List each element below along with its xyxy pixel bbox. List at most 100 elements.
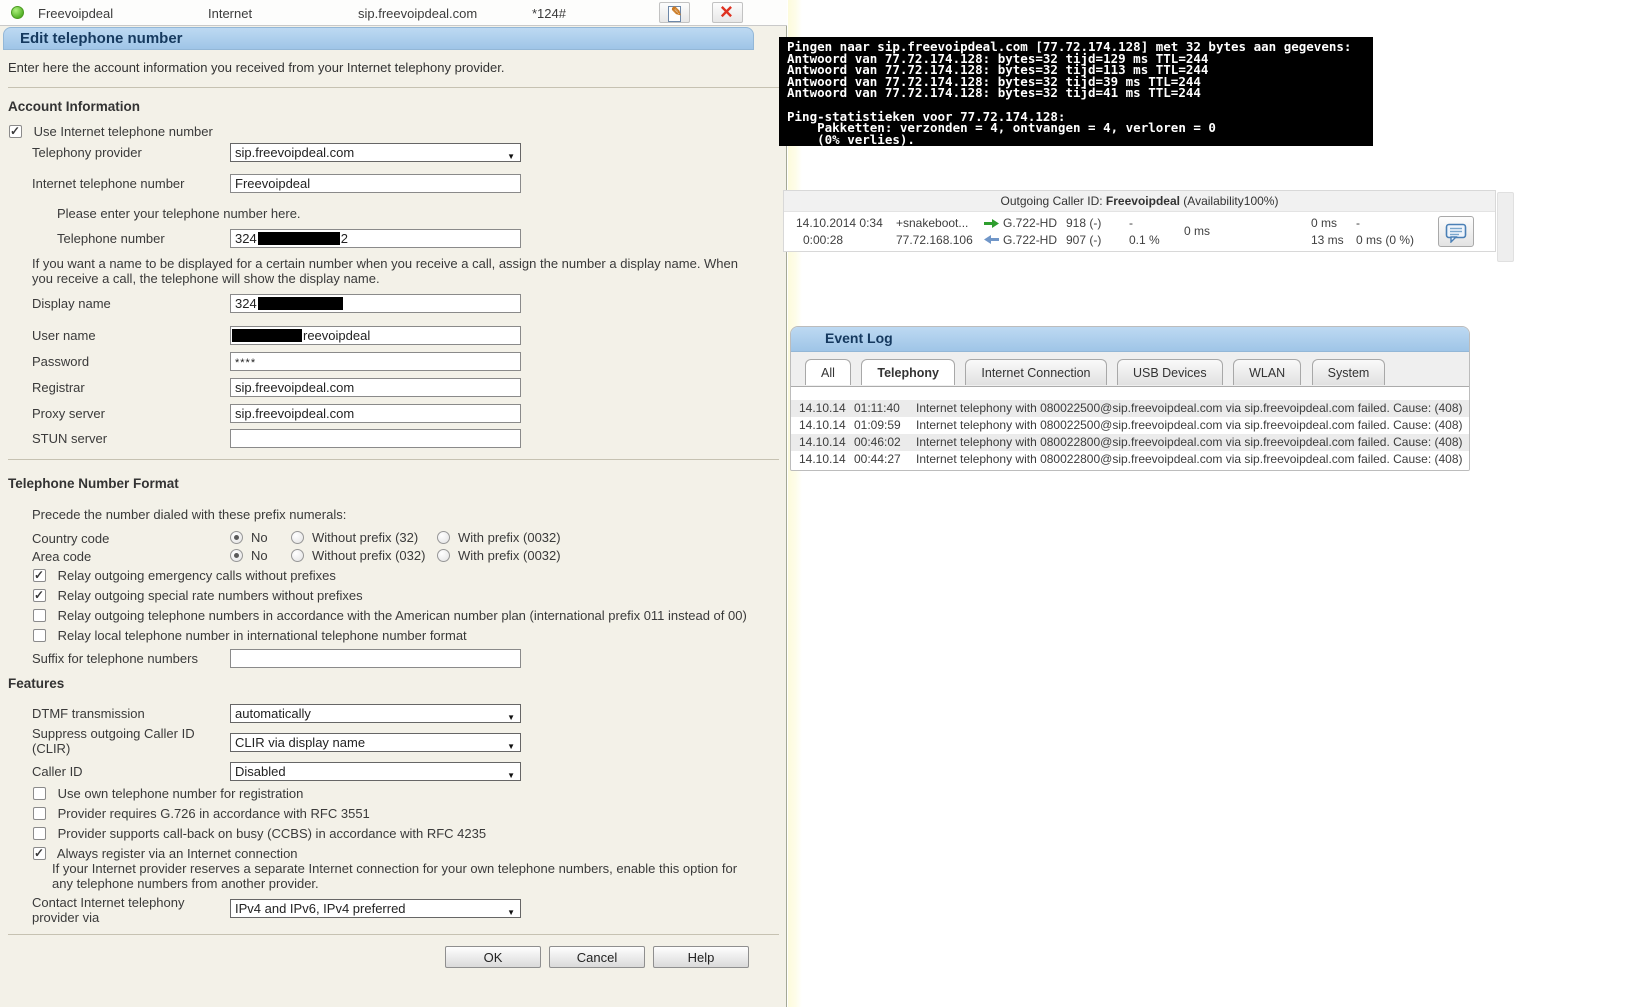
- relay-special-rate-checkbox[interactable]: [33, 589, 46, 602]
- telephony-provider-value: sip.freevoipdeal.com: [235, 145, 354, 160]
- call-quality: - 0 ms (0 %): [1356, 215, 1414, 248]
- callerid-value: Disabled: [235, 764, 286, 779]
- area-no-label: No: [251, 548, 268, 563]
- event-message: Internet telephony with 080022500@sip.fr…: [916, 417, 1469, 434]
- area-code-label: Area code: [32, 549, 91, 564]
- country-without-prefix-radio[interactable]: [291, 531, 304, 544]
- use-internet-number-label: Use Internet telephone number: [34, 124, 213, 139]
- tab-all[interactable]: All: [805, 359, 851, 385]
- call-log-panel: Outgoing Caller ID: Freevoipdeal (Availa…: [783, 190, 1496, 252]
- format-heading: Telephone Number Format: [8, 476, 179, 491]
- country-no-label: No: [251, 530, 268, 545]
- contact-via-label: Contact Internet telephony provider via: [32, 895, 217, 925]
- callerid-select[interactable]: Disabled ▼: [230, 762, 521, 781]
- telephony-provider-select[interactable]: sip.freevoipdeal.com ▼: [230, 143, 521, 162]
- proxy-input[interactable]: sip.freevoipdeal.com: [230, 404, 521, 423]
- username-visible: reevoipdeal: [303, 328, 370, 343]
- edit-button[interactable]: ✎: [659, 2, 690, 23]
- country-with-prefix-label: With prefix (0032): [458, 530, 561, 545]
- event-time: 01:09:59: [854, 417, 916, 434]
- event-date: 14.10.14: [799, 451, 854, 468]
- relay-international-checkbox[interactable]: [33, 629, 46, 642]
- contact-via-select[interactable]: IPv4 and IPv6, IPv4 preferred ▼: [230, 899, 521, 918]
- display-name-label: Display name: [32, 296, 111, 311]
- relay-emergency-row: Relay outgoing emergency calls without p…: [33, 568, 336, 583]
- area-no-radio[interactable]: [230, 549, 243, 562]
- scrollbar[interactable]: [1497, 192, 1514, 262]
- ccbs-label: Provider supports call-back on busy (CCB…: [58, 826, 486, 841]
- tab-usb-devices[interactable]: USB Devices: [1117, 359, 1223, 385]
- suffix-input[interactable]: [230, 649, 521, 668]
- stun-input[interactable]: [230, 429, 521, 448]
- event-message: Internet telephony with 080022800@sip.fr…: [916, 451, 1469, 468]
- g726-label: Provider requires G.726 in accordance wi…: [58, 806, 370, 821]
- panel-edge-strip: [788, 0, 802, 1007]
- tab-system[interactable]: System: [1312, 359, 1386, 385]
- use-internet-number-checkbox[interactable]: [9, 125, 22, 138]
- dropdown-arrow-icon: ▼: [507, 767, 515, 784]
- ok-button[interactable]: OK: [445, 946, 541, 968]
- always-register-label: Always register via an Internet connecti…: [57, 846, 298, 861]
- tab-wlan[interactable]: WLAN: [1233, 359, 1301, 385]
- clir-select[interactable]: CLIR via display name ▼: [230, 733, 521, 752]
- event-log-tabbar: All Telephony Internet Connection USB De…: [791, 359, 1469, 387]
- relay-special-rate-label: Relay outgoing special rate numbers with…: [58, 588, 363, 603]
- caller-id-availability: (Availability100%): [1183, 194, 1278, 208]
- proxy-label: Proxy server: [32, 406, 105, 421]
- registrar-label: Registrar: [32, 380, 85, 395]
- g726-checkbox[interactable]: [33, 807, 46, 820]
- call-log-header: Outgoing Caller ID: Freevoipdeal (Availa…: [784, 191, 1495, 212]
- g726-row: Provider requires G.726 in accordance wi…: [33, 806, 370, 821]
- display-name-input[interactable]: 324: [230, 294, 521, 313]
- internet-number-input[interactable]: Freevoipdeal: [230, 174, 521, 193]
- call-codecs: G.722-HD G.722-HD: [984, 215, 1057, 248]
- area-with-prefix-label: With prefix (0032): [458, 548, 561, 563]
- comment-button[interactable]: [1438, 216, 1474, 247]
- dialog-title-bar: Edit telephone number: [3, 27, 754, 50]
- event-date: 14.10.14: [799, 434, 854, 451]
- stun-label: STUN server: [32, 431, 107, 446]
- delete-button[interactable]: ×: [712, 2, 743, 23]
- own-number-registration-label: Use own telephone number for registratio…: [58, 786, 304, 801]
- country-without-prefix-label: Without prefix (32): [312, 530, 418, 545]
- area-without-prefix-radio[interactable]: [291, 549, 304, 562]
- dialog-title: Edit telephone number: [20, 30, 183, 47]
- area-with-prefix-radio[interactable]: [437, 549, 450, 562]
- country-with-prefix-radio[interactable]: [437, 531, 450, 544]
- registrar-input[interactable]: sip.freevoipdeal.com: [230, 378, 521, 397]
- telephone-number-input[interactable]: 3242: [230, 229, 521, 248]
- account-heading: Account Information: [8, 99, 140, 114]
- country-no-radio[interactable]: [230, 531, 243, 544]
- relay-emergency-checkbox[interactable]: [33, 569, 46, 582]
- clir-value: CLIR via display name: [235, 735, 365, 750]
- relay-american-plan-checkbox[interactable]: [33, 609, 46, 622]
- telephone-number-label: Telephone number: [57, 231, 165, 246]
- own-number-registration-checkbox[interactable]: [33, 787, 46, 800]
- redaction-box: [258, 297, 343, 310]
- caller-id-prefix: Outgoing Caller ID:: [1001, 194, 1103, 208]
- event-log-list: 14.10.14 01:11:40 Internet telephony wit…: [791, 387, 1469, 471]
- contact-via-value: IPv4 and IPv6, IPv4 preferred: [235, 901, 406, 916]
- event-message: Internet telephony with 080022500@sip.fr…: [916, 400, 1469, 417]
- password-value: ****: [235, 357, 256, 369]
- relay-international-label: Relay local telephone number in internat…: [58, 628, 467, 643]
- event-time: 00:46:02: [854, 434, 916, 451]
- cancel-button[interactable]: Cancel: [549, 946, 645, 968]
- tab-telephony[interactable]: Telephony: [861, 359, 955, 385]
- dtmf-select[interactable]: automatically ▼: [230, 704, 521, 723]
- call-loss: - 0.1 %: [1129, 215, 1160, 248]
- ccbs-checkbox[interactable]: [33, 827, 46, 840]
- username-input[interactable]: reevoipdeal: [230, 326, 521, 345]
- area-without-prefix-label: Without prefix (032): [312, 548, 425, 563]
- dropdown-arrow-icon: ▼: [507, 904, 515, 921]
- always-register-checkbox[interactable]: [33, 847, 46, 860]
- registrar-value: sip.freevoipdeal.com: [235, 380, 354, 395]
- tab-internet-connection[interactable]: Internet Connection: [965, 359, 1106, 385]
- event-message: Internet telephony with 080022800@sip.fr…: [916, 434, 1469, 451]
- password-input[interactable]: ****: [230, 352, 521, 371]
- dropdown-arrow-icon: ▼: [507, 738, 515, 755]
- features-heading: Features: [8, 676, 64, 691]
- redaction-box: [232, 329, 302, 342]
- edit-pencil-icon: ✎: [671, 4, 682, 20]
- help-button[interactable]: Help: [653, 946, 749, 968]
